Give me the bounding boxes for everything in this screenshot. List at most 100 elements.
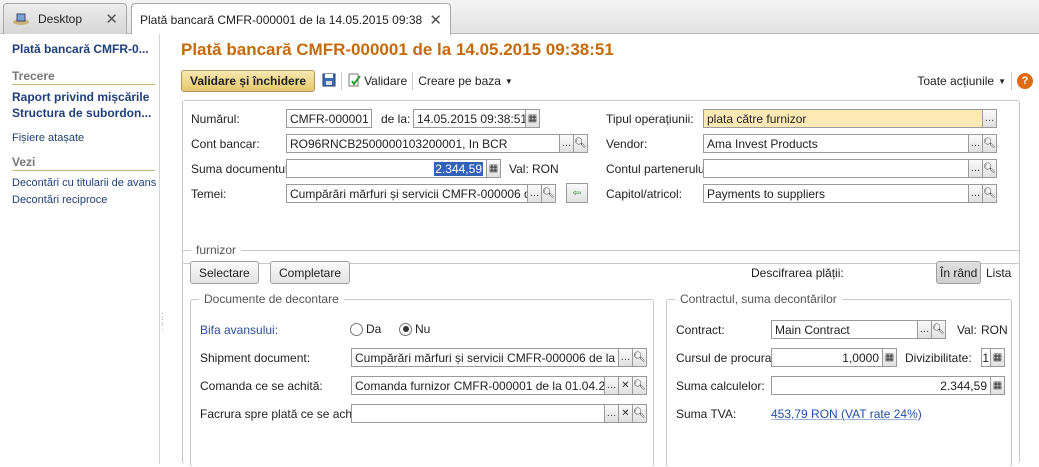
date-field[interactable]: 14.05.2015 09:38:51 xyxy=(413,109,526,128)
validate-button[interactable]: Validare xyxy=(347,73,407,90)
search-icon[interactable]: 🔍︎ xyxy=(541,184,556,203)
sidebar-item-movements-report[interactable]: Raport privind mișcările xyxy=(12,89,159,105)
vendor-field[interactable]: Ama Invest Products xyxy=(703,134,969,153)
calculator-icon[interactable]: ▦ xyxy=(882,348,897,367)
document-form: Plată bancară CMFR-000001 de la 14.05.20… xyxy=(167,34,1039,467)
sidebar-item-subordination[interactable]: Structura de subordon... xyxy=(12,105,159,121)
ellipsis-icon[interactable]: … xyxy=(604,404,619,423)
clear-icon[interactable]: ✕ xyxy=(618,376,633,395)
clear-icon[interactable]: ✕ xyxy=(618,404,633,423)
radio-yes[interactable] xyxy=(350,322,363,336)
toolbar-divider xyxy=(341,72,343,90)
save-icon[interactable] xyxy=(322,73,336,90)
sidebar-group-vezi: Vezi xyxy=(12,155,155,171)
open-basis-icon[interactable]: ⇦ xyxy=(566,183,588,203)
toolbar: Validare și închidere Validare Creare pe… xyxy=(181,70,1033,92)
validate-label: Validare xyxy=(364,74,408,88)
partner-account-label: Contul partenerului: xyxy=(606,162,711,176)
page-title: Plată bancară CMFR-000001 de la 14.05.20… xyxy=(181,40,614,59)
number-field[interactable]: CMFR-000001 xyxy=(286,109,372,128)
search-icon[interactable]: 🔍︎ xyxy=(573,134,588,153)
calculator-icon[interactable]: ▦ xyxy=(486,159,501,178)
search-icon[interactable]: 🔍︎ xyxy=(632,376,647,395)
article-label: Capitol/atricol: xyxy=(606,187,683,201)
create-based-label: Creare pe baza xyxy=(418,74,501,88)
toolbar-divider xyxy=(1011,72,1012,90)
rate-field[interactable]: 1,0000 xyxy=(771,348,883,367)
toolbar-divider xyxy=(412,72,414,90)
ellipsis-icon[interactable]: … xyxy=(527,184,542,203)
sidebar-group-trecere: Trecere xyxy=(12,69,155,85)
supplier-section: furnizor Selectare Completare Descifrare… xyxy=(182,243,1020,467)
sidebar-item-advance-settlements[interactable]: Decontări cu titularii de avans xyxy=(12,175,159,192)
basis-field[interactable]: Cumpărări mărfuri și servicii CMFR-00000… xyxy=(286,184,528,203)
tab-document[interactable]: Plată bancară CMFR-000001 de la 14.05.20… xyxy=(131,3,451,35)
ellipsis-icon[interactable]: … xyxy=(968,184,983,203)
operation-type-field[interactable]: plata către furnizor xyxy=(703,109,983,128)
ellipsis-icon[interactable]: … xyxy=(917,320,932,339)
operation-type-label: Tipul operațiunii: xyxy=(606,112,694,126)
invoice-field[interactable] xyxy=(351,404,605,423)
advance-no-option[interactable]: Nu xyxy=(399,322,430,336)
calculator-icon[interactable]: ▦ xyxy=(990,376,1005,395)
ellipsis-icon[interactable]: … xyxy=(559,134,574,153)
ellipsis-icon[interactable]: … xyxy=(604,376,619,395)
settlement-docs-group: Documente de decontare Bifa avansului: D… xyxy=(190,292,654,467)
ellipsis-icon[interactable]: … xyxy=(968,134,983,153)
calculator-icon[interactable]: ▦ xyxy=(990,348,1005,367)
ellipsis-icon[interactable]: … xyxy=(618,348,633,367)
contract-currency-label: Val: xyxy=(957,323,977,337)
radio-no[interactable] xyxy=(399,322,412,336)
all-actions-menu[interactable]: Toate acțiunile ▼ xyxy=(917,74,1006,88)
tab-desktop[interactable]: Desktop ✕ xyxy=(3,3,127,34)
in-row-toggle[interactable]: În rând xyxy=(936,261,982,284)
help-icon[interactable]: ? xyxy=(1017,73,1033,89)
ellipsis-icon[interactable]: … xyxy=(982,109,997,128)
contract-field[interactable]: Main Contract xyxy=(771,320,918,339)
sidebar-item-attachments[interactable]: Fișiere atașate xyxy=(12,130,159,147)
create-based-on-menu[interactable]: Creare pe baza ▼ xyxy=(418,74,513,88)
shipment-field[interactable]: Cumpărări mărfuri și servicii CMFR-00000… xyxy=(351,348,619,367)
sidebar: Plată bancară CMFR-0... Trecere Raport p… xyxy=(0,34,160,464)
bank-account-field[interactable]: RO96RNCB2500000103200001, In BCR xyxy=(286,134,560,153)
order-field[interactable]: Comanda furnizor CMFR-000001 de la 01.04… xyxy=(351,376,605,395)
close-icon[interactable]: ✕ xyxy=(105,10,118,28)
supplier-legend: furnizor xyxy=(191,243,242,257)
currency-label: Val: xyxy=(509,162,529,176)
settlement-docs-legend: Documente de decontare xyxy=(199,292,344,306)
close-icon[interactable]: ✕ xyxy=(429,11,442,29)
sidebar-title[interactable]: Plată bancară CMFR-0... xyxy=(12,42,159,56)
invoice-label: Facrura spre plată ce se achită: xyxy=(200,407,369,421)
payment-breakdown-label: Descifrarea plății: xyxy=(751,266,844,280)
chevron-down-icon: ▼ xyxy=(504,76,513,86)
partner-account-field[interactable] xyxy=(703,159,969,178)
calc-amount-field[interactable]: 2.344,59 xyxy=(771,376,991,395)
search-icon[interactable]: 🔍︎ xyxy=(982,134,997,153)
amount-field[interactable]: 2.344,59 xyxy=(286,159,487,178)
amount-label: Suma documentului: xyxy=(191,162,301,176)
date-label: de la: xyxy=(381,112,411,126)
desktop-icon xyxy=(12,12,30,26)
advance-label: Bifa avansului: xyxy=(200,323,279,337)
all-actions-label: Toate acțiunile xyxy=(917,74,995,88)
search-icon[interactable]: 🔍︎ xyxy=(982,184,997,203)
fill-button[interactable]: Completare xyxy=(270,261,351,284)
search-icon[interactable]: 🔍︎ xyxy=(931,320,946,339)
advance-yes-option[interactable]: Da xyxy=(350,322,381,336)
radio-no-label: Nu xyxy=(415,322,431,336)
ellipsis-icon[interactable]: … xyxy=(968,159,983,178)
bank-account-label: Cont bancar: xyxy=(191,137,260,151)
search-icon[interactable]: 🔍︎ xyxy=(632,348,647,367)
search-icon[interactable]: 🔍︎ xyxy=(632,404,647,423)
tab-desktop-label: Desktop xyxy=(38,12,83,26)
list-toggle[interactable]: Lista xyxy=(986,266,1011,280)
sidebar-item-mutual-settlements[interactable]: Decontări reciproce xyxy=(12,192,159,209)
vat-link[interactable]: 453,79 RON (VAT rate 24%) xyxy=(771,407,922,421)
post-and-close-button[interactable]: Validare și închidere xyxy=(181,70,316,92)
calendar-icon[interactable]: ▦ xyxy=(525,109,540,128)
shipment-label: Shipment document: xyxy=(200,351,311,365)
search-icon[interactable]: 🔍︎ xyxy=(982,159,997,178)
header-panel: Numărul: CMFR-000001 de la: 14.05.2015 0… xyxy=(182,100,1020,264)
article-field[interactable]: Payments to suppliers xyxy=(703,184,969,203)
select-button[interactable]: Selectare xyxy=(190,261,259,284)
